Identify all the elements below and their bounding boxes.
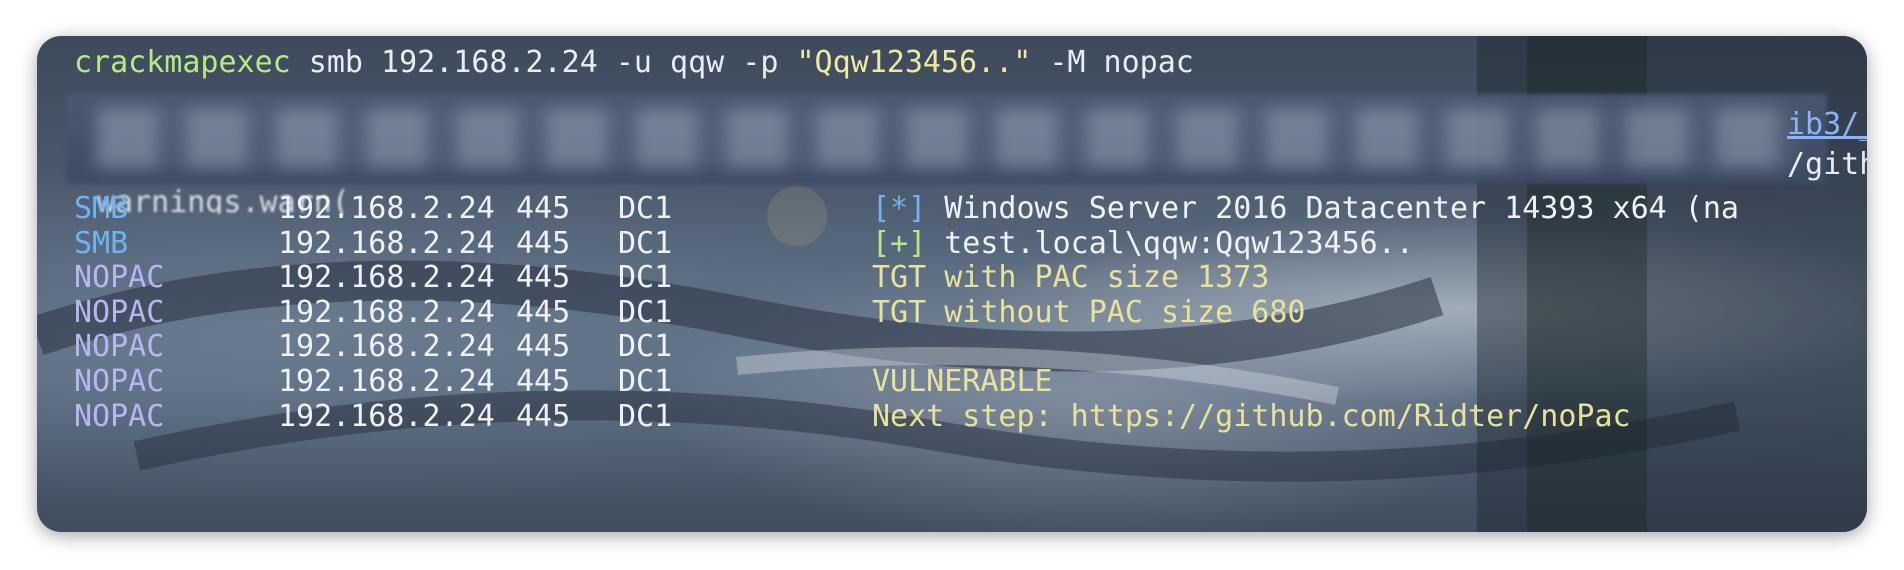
- target-port: 445: [516, 225, 571, 261]
- target-ip: 192.168.2.24: [278, 364, 495, 399]
- target-hostname: DC1: [618, 191, 673, 226]
- protocol-tag: NOPAC: [74, 294, 165, 330]
- target-hostname: DC1: [618, 364, 673, 399]
- status-bullet: [*]: [872, 191, 927, 226]
- protocol-tag: NOPAC: [74, 398, 165, 434]
- message-text: test.local\qqw:Qqw123456..: [926, 225, 1414, 261]
- row-message: TGT with PAC size 1373: [872, 261, 1269, 295]
- message-text: Windows Server 2016 Datacenter 14393 x64…: [926, 191, 1739, 226]
- target-ip: 192.168.2.24: [278, 398, 495, 434]
- command-args: smb 192.168.2.24 -u qqw -p: [290, 45, 797, 80]
- target-ip: 192.168.2.24: [278, 191, 495, 226]
- target-ip: 192.168.2.24: [278, 329, 495, 365]
- protocol-tag: NOPAC: [74, 260, 165, 296]
- target-hostname: DC1: [618, 225, 673, 261]
- protocol-tag: SMB: [74, 191, 129, 226]
- message-text: VULNERABLE: [872, 364, 1053, 399]
- redacted-line-tail-link: ib3/_: [1787, 107, 1867, 142]
- protocol-tag: SMB: [74, 225, 129, 261]
- target-hostname: DC1: [618, 398, 673, 434]
- row-message: Next step: https://github.com/Ridter/noP…: [872, 398, 1631, 434]
- target-port: 445: [516, 294, 571, 330]
- row-message: [*] Windows Server 2016 Datacenter 14393…: [872, 192, 1739, 226]
- message-text: TGT with PAC size 1373: [872, 260, 1270, 296]
- row-message: VULNERABLE: [872, 365, 1053, 399]
- target-port: 445: [516, 329, 571, 365]
- command-line: crackmapexec smb 192.168.2.24 -u qqw -p …: [74, 46, 1194, 80]
- target-port: 445: [516, 364, 571, 399]
- target-ip: 192.168.2.24: [278, 260, 495, 296]
- command-program: crackmapexec: [74, 45, 291, 80]
- target-hostname: DC1: [618, 260, 673, 296]
- target-port: 445: [516, 398, 571, 434]
- redacted-line-tail: /githu: [1787, 147, 1867, 182]
- command-password-arg: "Qqw123456..": [796, 45, 1032, 80]
- protocol-tag: NOPAC: [74, 329, 165, 365]
- command-module-arg: -M nopac: [1031, 45, 1194, 80]
- target-hostname: DC1: [618, 329, 673, 365]
- row-message: [+] test.local\qqw:Qqw123456..: [872, 225, 1414, 261]
- status-bullet: [+]: [872, 225, 927, 261]
- target-port: 445: [516, 260, 571, 296]
- protocol-tag: NOPAC: [74, 364, 165, 399]
- target-ip: 192.168.2.24: [278, 225, 495, 261]
- redacted-output-text: [97, 108, 1797, 168]
- row-message: TGT without PAC size 680: [872, 294, 1306, 330]
- target-ip: 192.168.2.24: [278, 294, 495, 330]
- message-text: TGT without PAC size 680: [872, 294, 1306, 330]
- target-hostname: DC1: [618, 294, 673, 330]
- terminal-window[interactable]: crackmapexec smb 192.168.2.24 -u qqw -p …: [37, 36, 1867, 532]
- message-text: Next step: https://github.com/Ridter/noP…: [872, 398, 1631, 434]
- target-port: 445: [516, 191, 571, 226]
